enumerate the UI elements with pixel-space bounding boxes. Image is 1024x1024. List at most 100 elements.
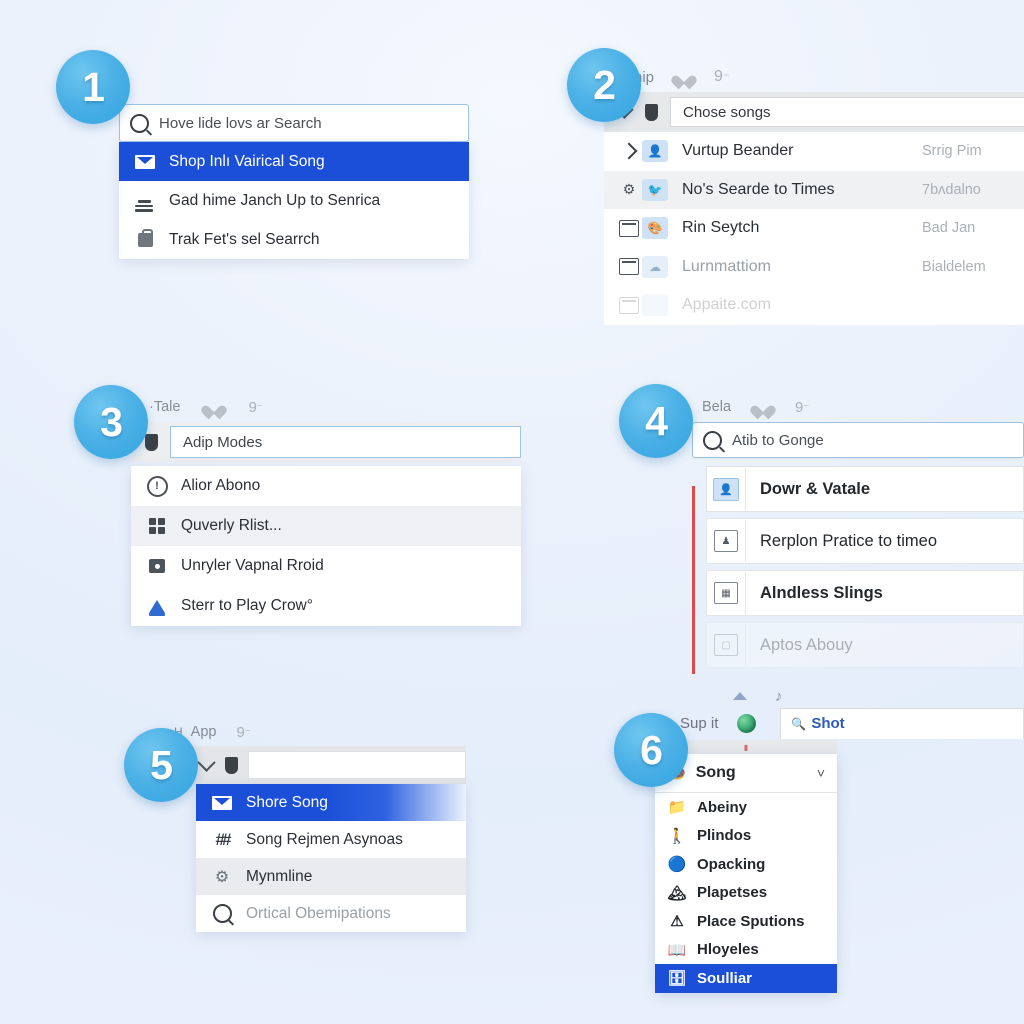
row-name: Appaite.com xyxy=(682,296,771,314)
chevron-down-icon[interactable] xyxy=(197,752,216,772)
row-sub: Srrig Pim xyxy=(922,143,982,160)
panel-2: Ahip 9⁻ Chose songs 👤 Vurtup Beander Srr… xyxy=(604,62,1024,325)
chevron-down-icon[interactable]: ˅ xyxy=(805,765,837,781)
note-icon[interactable]: ♪ xyxy=(775,688,783,705)
list-item[interactable]: ▦ Alndless Slings xyxy=(706,570,1024,616)
heart-icon[interactable] xyxy=(206,400,222,415)
framed-image-icon: ▢ xyxy=(707,624,746,666)
menu-item-4[interactable]: Ortical Obemipations xyxy=(196,895,466,932)
key-icon[interactable]: 9 ⁻ xyxy=(714,68,729,86)
menu-item-label: Soulliar xyxy=(697,969,753,987)
bird-tile-icon: 🐦 xyxy=(642,178,668,201)
dropdown-menu: 🍩 Song ˅ 📁 Abeiny 🚶 Plindos 🔵 Opacking 🏔… xyxy=(655,754,837,993)
table-row[interactable]: ⚙ 🐦 No's Searde to Times 7bʌdalno xyxy=(604,170,1024,209)
menu-item-2[interactable]: ## Song Rejmen Asynoas xyxy=(196,821,466,858)
step-badge-1: 1 xyxy=(56,50,130,124)
gear-icon[interactable]: ⚙ xyxy=(616,181,642,198)
tag-icon[interactable] xyxy=(225,756,238,774)
list-item[interactable]: 👤 Dowr & Vatale xyxy=(706,466,1024,512)
toolbar-title: Sup it xyxy=(680,714,719,732)
warning-icon: ⚠ xyxy=(670,913,684,931)
menu-item-3[interactable]: ⚙ Mynmline xyxy=(196,858,466,895)
double-sharp-icon: ## xyxy=(215,829,232,849)
badge-number: 4 xyxy=(645,397,668,444)
menu-item-label: Opacking xyxy=(697,855,766,873)
menu-item-1[interactable]: Shop Inlı Vairical Song xyxy=(119,142,469,181)
toolbar: Bela 9 ⁻ xyxy=(692,392,1024,422)
toolbar: Ahip 9⁻ xyxy=(604,62,1024,92)
menu-item-plapetses[interactable]: 🏔 Plapetses xyxy=(655,879,837,908)
panel-6: ♪ Sup it 🔍 Shot ▮ 🍩 Song ˅ 📁 Abeiny xyxy=(655,686,1024,993)
image-icon xyxy=(145,559,169,573)
key-icon[interactable]: 9 ⁻ xyxy=(795,399,809,416)
sphere-icon: 🔵 xyxy=(667,856,687,874)
key-icon[interactable]: 9 ⁻ xyxy=(248,399,262,416)
menu-item-3[interactable]: Trak Fet's sel Searrch xyxy=(119,220,469,259)
input-row: Adip Modes xyxy=(131,422,521,462)
tab-shot[interactable]: 🔍 Shot xyxy=(780,707,1024,739)
step-badge-4: 4 xyxy=(619,384,693,458)
heart-icon[interactable] xyxy=(676,70,692,85)
menu-item-place-sputions[interactable]: ⚠ Place Sputions xyxy=(655,907,837,936)
menu-item-label: Trak Fet's sel Searrch xyxy=(169,230,320,248)
badge-number: 5 xyxy=(150,741,173,788)
chevron-right-icon[interactable] xyxy=(616,142,642,160)
top-icons: ♪ xyxy=(655,686,1024,706)
menu-item-label: Shop Inlı Vairical Song xyxy=(169,152,325,170)
empty-input[interactable] xyxy=(248,751,466,779)
exclamation-circle-icon: ! xyxy=(145,475,169,497)
key-icon[interactable]: 9 ⁻ xyxy=(236,724,250,741)
menu-item-label: Ortical Obemipations xyxy=(246,904,391,922)
window-icon[interactable] xyxy=(616,296,642,314)
table-row[interactable]: 🎨 Rin Seytch Bad Jan xyxy=(604,209,1024,248)
window-icon[interactable] xyxy=(616,258,642,276)
window-icon[interactable] xyxy=(616,219,642,237)
menu-item-label: Place Sputions xyxy=(697,912,805,930)
chose-songs-input[interactable]: Chose songs xyxy=(670,97,1024,127)
envelope-icon xyxy=(133,154,157,169)
menu-item-4[interactable]: Sterr to Play Crow° xyxy=(131,586,521,626)
menu-item-label: Plindos xyxy=(697,827,752,845)
grid-icon xyxy=(145,518,169,534)
tag-icon[interactable] xyxy=(645,103,658,121)
menu-item-opacking[interactable]: 🔵 Opacking xyxy=(655,850,837,879)
envelope-card-icon xyxy=(210,795,234,810)
table-row[interactable]: 👤 Vurtup Beander Srrig Pim xyxy=(604,132,1024,171)
menu-item-label: Shore Song xyxy=(246,793,328,811)
toolbar-title: ·Tale xyxy=(149,399,181,415)
gear-icon: ⚙ xyxy=(214,868,230,886)
search-placeholder: Hove lide lovs ar Search xyxy=(159,114,322,132)
search-input[interactable]: Hove lide lovs ar Search xyxy=(119,104,469,142)
framed-person-icon: ♟ xyxy=(707,520,746,562)
arrow-up-icon[interactable] xyxy=(733,692,747,700)
menu-item-2[interactable]: Quverly Rlist... xyxy=(131,506,521,546)
menu-item-1[interactable]: Shore Song xyxy=(196,784,466,821)
input-value: Adip Modes xyxy=(183,433,263,451)
row-name: Vurtup Beander xyxy=(682,142,794,160)
row-name: Rin Seytch xyxy=(682,219,760,237)
globe-icon[interactable] xyxy=(718,713,774,733)
adip-modes-input[interactable]: Adip Modes xyxy=(170,426,521,458)
list-item[interactable]: ▢ Aptos Abouy xyxy=(706,622,1024,668)
row-sub: 7bʌdalno xyxy=(922,181,981,198)
input-row: Chose songs xyxy=(604,92,1024,132)
table-row[interactable]: ☁ Lurnmattiom Bialdelem xyxy=(604,247,1024,286)
menu-item-plindos[interactable]: 🚶 Plindos xyxy=(655,822,837,851)
search-input[interactable]: Atib to Gonge xyxy=(692,422,1024,458)
list-item[interactable]: ♟ Rerplon Pratice to timeo xyxy=(706,518,1024,564)
rows-list: 👤 Vurtup Beander Srrig Pim ⚙ 🐦 No's Sear… xyxy=(604,132,1024,325)
menu-item-soulliar[interactable]: 🗄 Soulliar xyxy=(655,964,837,993)
menu-item-2[interactable]: Gad hime Janch Up to Senrica xyxy=(119,181,469,220)
menu-item-hloyeles[interactable]: 📖 Hloyeles xyxy=(655,936,837,965)
menu-list: ! Alior Abono Quverly Rlist... Unryler V… xyxy=(131,466,521,626)
heart-icon[interactable] xyxy=(755,400,771,415)
table-row[interactable]: Appaite.com xyxy=(604,286,1024,325)
blank-tile-icon xyxy=(642,294,668,317)
menu-item-1[interactable]: ! Alior Abono xyxy=(131,466,521,506)
menu-list: Shore Song ## Song Rejmen Asynoas ⚙ Mynm… xyxy=(196,784,466,932)
menu-item-3[interactable]: Unryler Vapnal Rroid xyxy=(131,546,521,586)
menu-item-abeiny[interactable]: 📁 Abeiny xyxy=(655,793,837,822)
landscape-icon: 🏔 xyxy=(667,884,687,902)
toolbar: Sup it 🔍 Shot xyxy=(655,706,1024,740)
tag-icon[interactable] xyxy=(145,433,158,451)
